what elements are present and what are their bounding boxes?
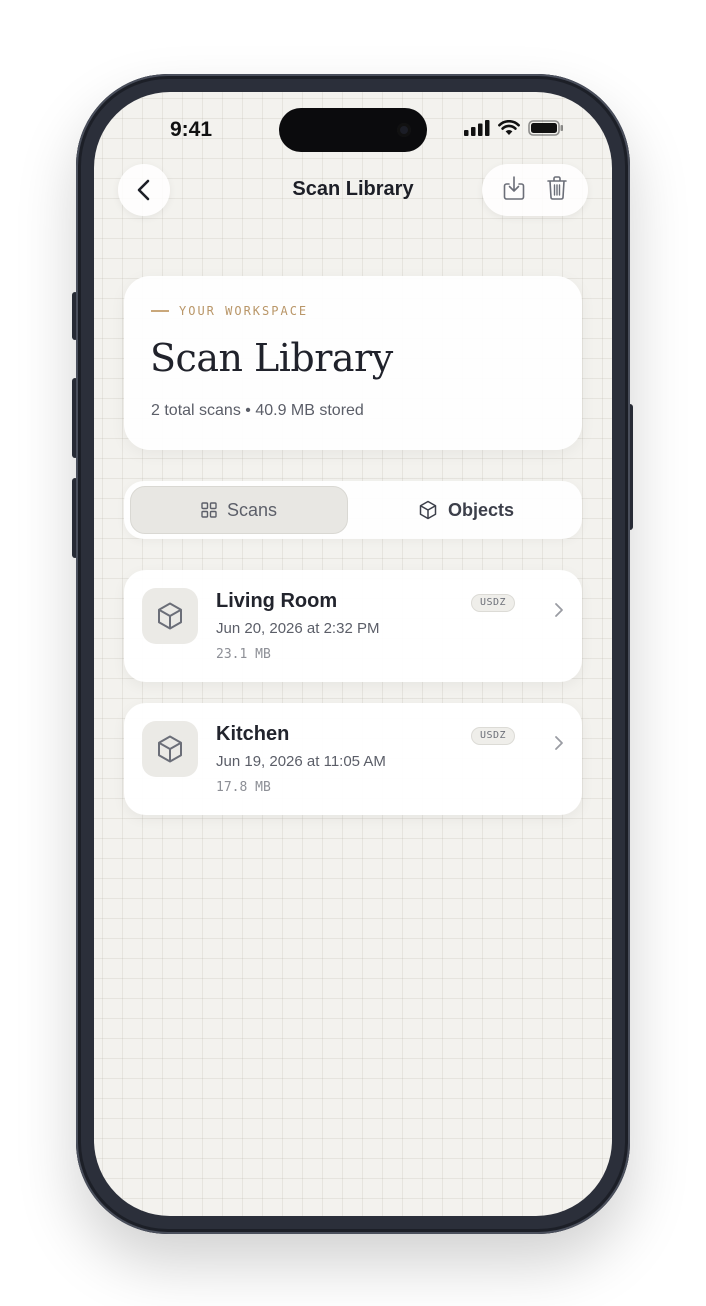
battery-icon bbox=[528, 120, 563, 136]
status-time: 9:41 bbox=[170, 118, 213, 141]
eyebrow-label: YOUR WORKSPACE bbox=[179, 304, 309, 318]
status-bar: 9:41 bbox=[94, 92, 612, 162]
trash-icon bbox=[547, 175, 567, 200]
cube-icon bbox=[419, 500, 437, 520]
scan-name: Kitchen bbox=[216, 723, 290, 745]
tab-objects-label: Objects bbox=[447, 499, 515, 520]
scan-size: 23.1 MB bbox=[216, 647, 271, 662]
nav-actions bbox=[482, 164, 588, 216]
scan-size: 17.8 MB bbox=[216, 780, 271, 795]
grid-icon bbox=[201, 502, 217, 518]
delete-button[interactable] bbox=[546, 175, 568, 206]
tab-scans[interactable]: Scans bbox=[130, 486, 348, 534]
tab-scans-label: Scans bbox=[226, 499, 278, 520]
signal-icon bbox=[464, 120, 490, 136]
scan-thumbnail bbox=[142, 721, 198, 777]
library-stats: 2 total scans • 40.9 MB stored bbox=[151, 402, 364, 419]
format-badge: USDZ bbox=[471, 594, 516, 612]
tab-objects[interactable]: Objects bbox=[356, 486, 576, 534]
dynamic-island bbox=[279, 108, 427, 152]
download-icon bbox=[503, 175, 525, 200]
scan-list-item[interactable]: Kitchen USDZ Jun 19, 2026 at 11:05 AM 17… bbox=[124, 703, 582, 815]
export-button[interactable] bbox=[502, 175, 526, 206]
camera-icon bbox=[397, 123, 411, 137]
format-badge: USDZ bbox=[471, 727, 516, 745]
screen: 9:41 Scan Library YOUR WORKSPACE Scan Li… bbox=[94, 92, 612, 1216]
scan-date: Jun 19, 2026 at 11:05 AM bbox=[216, 753, 386, 770]
scan-thumbnail bbox=[142, 588, 198, 644]
chevron-right-icon bbox=[555, 736, 563, 750]
page-title: Scan Library bbox=[150, 336, 393, 380]
scan-name: Living Room bbox=[216, 590, 338, 612]
view-segmented-control: Scans Objects bbox=[124, 481, 582, 539]
scan-list-item[interactable]: Living Room USDZ Jun 20, 2026 at 2:32 PM… bbox=[124, 570, 582, 682]
wifi-icon bbox=[498, 120, 520, 135]
chevron-right-icon bbox=[555, 603, 563, 617]
eyebrow: YOUR WORKSPACE bbox=[151, 304, 308, 318]
workspace-header-card: YOUR WORKSPACE Scan Library 2 total scan… bbox=[124, 276, 582, 450]
eyebrow-dash bbox=[151, 310, 169, 312]
cube-icon bbox=[158, 735, 182, 763]
status-icons bbox=[464, 120, 564, 136]
scan-date: Jun 20, 2026 at 2:32 PM bbox=[216, 620, 380, 637]
cube-icon bbox=[158, 602, 182, 630]
